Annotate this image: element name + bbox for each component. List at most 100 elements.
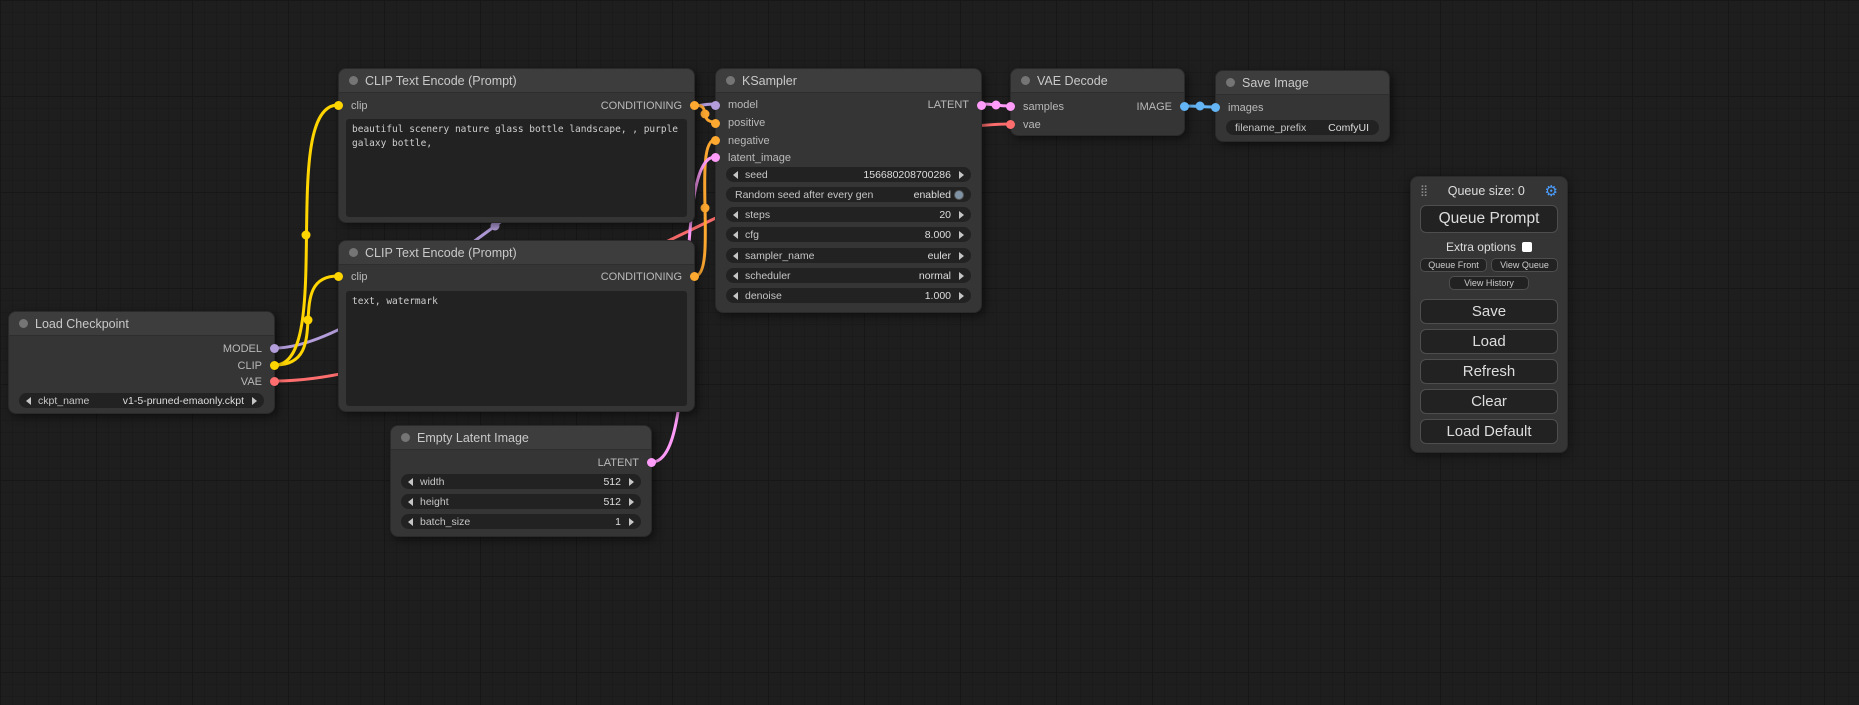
node-title-bar[interactable]: Save Image — [1216, 71, 1389, 95]
widget-value: 156680208700286 — [863, 169, 951, 181]
decrement-arrow-icon[interactable] — [733, 231, 738, 239]
input-dot-clip[interactable] — [334, 272, 343, 281]
view-history-button[interactable]: View History — [1449, 276, 1529, 290]
collapse-dot[interactable] — [349, 248, 358, 257]
node-empty-latent-image[interactable]: Empty Latent Image LATENT width 512 heig… — [390, 425, 652, 537]
node-title-bar[interactable]: CLIP Text Encode (Prompt) — [339, 241, 694, 265]
node-vae-decode[interactable]: VAE Decode samples vae IMAGE — [1010, 68, 1185, 136]
collapse-dot[interactable] — [1021, 76, 1030, 85]
decrement-arrow-icon[interactable] — [408, 478, 413, 486]
ckpt-name-widget[interactable]: ckpt_name v1-5-pruned-emaonly.ckpt — [19, 393, 264, 408]
input-dot-samples[interactable] — [1006, 102, 1015, 111]
widget-label: cfg — [745, 229, 759, 241]
load-button[interactable]: Load — [1420, 329, 1558, 354]
extra-options-checkbox[interactable] — [1522, 242, 1532, 252]
height-widget[interactable]: height 512 — [401, 494, 641, 509]
queue-prompt-button[interactable]: Queue Prompt — [1420, 205, 1558, 233]
collapse-dot[interactable] — [349, 76, 358, 85]
clear-button[interactable]: Clear — [1420, 389, 1558, 414]
node-load-checkpoint[interactable]: Load Checkpoint MODEL CLIP VAE ckpt_name… — [8, 311, 275, 414]
node-graph-canvas[interactable]: Load Checkpoint MODEL CLIP VAE ckpt_name… — [0, 0, 1859, 705]
input-slot-latent-image: latent_image — [728, 151, 791, 165]
node-title-bar[interactable]: Load Checkpoint — [9, 312, 274, 336]
node-title-bar[interactable]: CLIP Text Encode (Prompt) — [339, 69, 694, 93]
increment-arrow-icon[interactable] — [629, 498, 634, 506]
widget-label: scheduler — [745, 270, 791, 282]
input-dot-vae[interactable] — [1006, 120, 1015, 129]
decrement-arrow-icon[interactable] — [733, 292, 738, 300]
increment-arrow-icon[interactable] — [629, 478, 634, 486]
node-ksampler[interactable]: KSampler model positive negative latent_… — [715, 68, 982, 313]
scheduler-widget[interactable]: scheduler normal — [726, 268, 971, 283]
output-dot-image[interactable] — [1180, 102, 1189, 111]
output-dot-conditioning[interactable] — [690, 101, 699, 110]
decrement-arrow-icon[interactable] — [733, 252, 738, 260]
view-queue-button[interactable]: View Queue — [1491, 258, 1558, 272]
denoise-widget[interactable]: denoise 1.000 — [726, 288, 971, 303]
decrement-arrow-icon[interactable] — [733, 211, 738, 219]
decrement-arrow-icon[interactable] — [408, 518, 413, 526]
refresh-button[interactable]: Refresh — [1420, 359, 1558, 384]
input-dot-model[interactable] — [711, 101, 720, 110]
widget-value: enabled — [914, 189, 951, 201]
node-title-bar[interactable]: VAE Decode — [1011, 69, 1184, 93]
node-clip-text-encode-positive[interactable]: CLIP Text Encode (Prompt) clip CONDITION… — [338, 68, 695, 223]
settings-gear-icon[interactable]: ⚙ — [1545, 184, 1558, 199]
width-widget[interactable]: width 512 — [401, 474, 641, 489]
output-dot-vae[interactable] — [270, 377, 279, 386]
increment-arrow-icon[interactable] — [959, 292, 964, 300]
input-dot-clip[interactable] — [334, 101, 343, 110]
increment-arrow-icon[interactable] — [959, 171, 964, 179]
decrement-arrow-icon[interactable] — [733, 272, 738, 280]
save-button[interactable]: Save — [1420, 299, 1558, 324]
input-dot-negative[interactable] — [711, 136, 720, 145]
node-title-bar[interactable]: Empty Latent Image — [391, 426, 651, 450]
widget-value: 20 — [939, 209, 951, 221]
decrement-arrow-icon[interactable] — [26, 397, 31, 405]
batch-size-widget[interactable]: batch_size 1 — [401, 514, 641, 529]
cfg-widget[interactable]: cfg 8.000 — [726, 227, 971, 242]
collapse-dot[interactable] — [401, 433, 410, 442]
increment-arrow-icon[interactable] — [959, 211, 964, 219]
decrement-arrow-icon[interactable] — [733, 171, 738, 179]
input-dot-images[interactable] — [1211, 103, 1220, 112]
filename-prefix-widget[interactable]: filename_prefix ComfyUI — [1226, 120, 1379, 135]
increment-arrow-icon[interactable] — [959, 252, 964, 260]
collapse-dot[interactable] — [726, 76, 735, 85]
output-slot-latent: LATENT — [928, 98, 969, 112]
output-dot-model[interactable] — [270, 344, 279, 353]
queue-menu-panel[interactable]: ⣿ Queue size: 0 ⚙ Queue Prompt Extra opt… — [1410, 176, 1568, 453]
node-title-bar[interactable]: KSampler — [716, 69, 981, 93]
random-seed-widget[interactable]: Random seed after every gen enabled — [726, 187, 971, 202]
output-slot-conditioning: CONDITIONING — [601, 99, 682, 113]
collapse-dot[interactable] — [1226, 78, 1235, 87]
input-dot-positive[interactable] — [711, 119, 720, 128]
output-dot-latent[interactable] — [977, 101, 986, 110]
drag-handle-icon[interactable]: ⣿ — [1420, 186, 1428, 197]
widget-value: 1.000 — [925, 290, 951, 302]
node-save-image[interactable]: Save Image images filename_prefix ComfyU… — [1215, 70, 1390, 142]
collapse-dot[interactable] — [19, 319, 28, 328]
queue-front-button[interactable]: Queue Front — [1420, 258, 1487, 272]
decrement-arrow-icon[interactable] — [408, 498, 413, 506]
output-dot-latent[interactable] — [647, 458, 656, 467]
load-default-button[interactable]: Load Default — [1420, 419, 1558, 444]
seed-widget[interactable]: seed 156680208700286 — [726, 167, 971, 182]
prompt-textarea[interactable]: beautiful scenery nature glass bottle la… — [346, 119, 687, 217]
prompt-textarea[interactable]: text, watermark — [346, 291, 687, 406]
node-title: KSampler — [742, 74, 797, 88]
increment-arrow-icon[interactable] — [252, 397, 257, 405]
output-dot-clip[interactable] — [270, 361, 279, 370]
output-dot-conditioning[interactable] — [690, 272, 699, 281]
input-dot-latent-image[interactable] — [711, 153, 720, 162]
random-seed-toggle[interactable] — [954, 190, 964, 200]
node-title: Load Checkpoint — [35, 317, 129, 331]
steps-widget[interactable]: steps 20 — [726, 207, 971, 222]
input-slot-model: model — [728, 98, 758, 112]
increment-arrow-icon[interactable] — [959, 231, 964, 239]
increment-arrow-icon[interactable] — [629, 518, 634, 526]
widget-label: seed — [745, 169, 768, 181]
node-clip-text-encode-negative[interactable]: CLIP Text Encode (Prompt) clip CONDITION… — [338, 240, 695, 412]
increment-arrow-icon[interactable] — [959, 272, 964, 280]
sampler-name-widget[interactable]: sampler_name euler — [726, 248, 971, 263]
